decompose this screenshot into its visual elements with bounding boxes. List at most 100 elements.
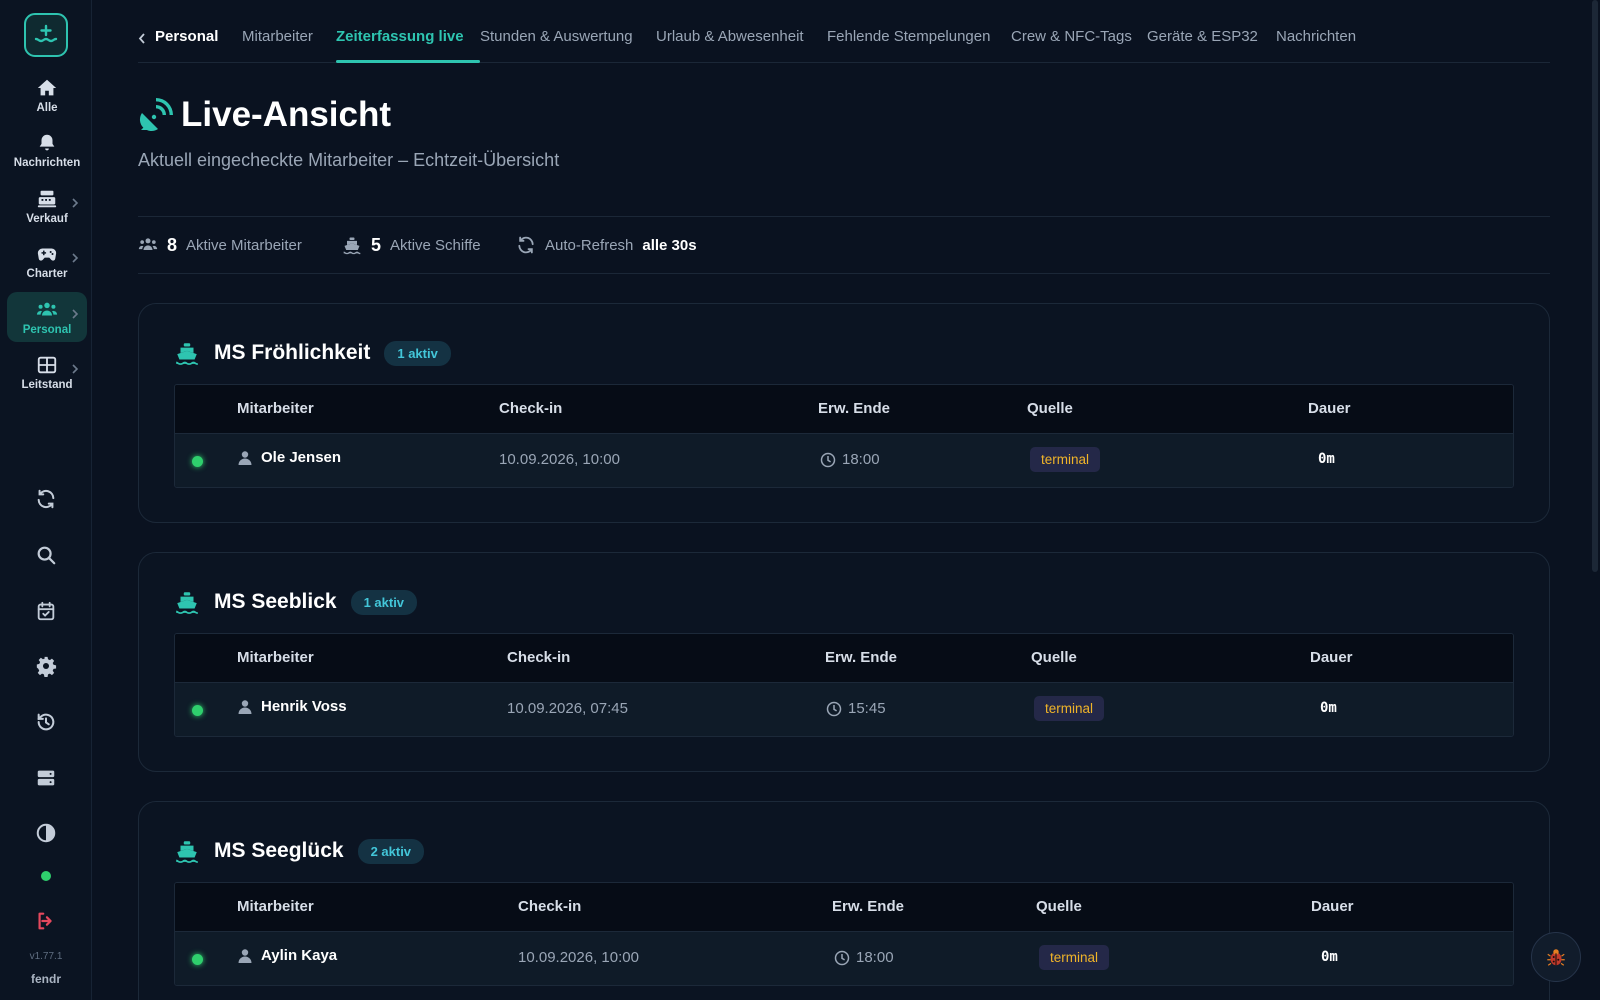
duration-cell: 0m — [1320, 700, 1337, 716]
table-row[interactable]: Henrik Voss 10.09.2026, 07:45 15:45 termina… — [175, 682, 1513, 736]
sidebar-item-nachrichten[interactable]: Nachrichten — [7, 125, 87, 175]
stat-auto-refresh: Auto-Refresh alle 30s — [516, 217, 697, 273]
history-button[interactable] — [33, 709, 59, 735]
sidebar-item-label: Charter — [26, 267, 68, 280]
grid-icon — [37, 356, 57, 373]
expected-end-cell: 15:45 — [826, 700, 886, 717]
tab-urlaub-abwesenheit[interactable]: Urlaub & Abwesenheit — [656, 28, 804, 45]
calendar-check-icon — [37, 601, 55, 621]
col-header-checkin[interactable]: Check-in — [518, 898, 581, 915]
chevron-right-icon — [72, 364, 79, 374]
sidebar-item-leitstand[interactable]: Leitstand — [7, 347, 87, 397]
stats-bar: 8 Aktive Mitarbeiter 5 Aktive Schiffe Au… — [138, 216, 1550, 274]
expected-end-time: 18:00 — [856, 949, 894, 966]
user-icon — [238, 450, 252, 465]
sidebar-item-alle[interactable]: Alle — [7, 70, 87, 120]
table-header: Mitarbeiter Check-in Erw. Ende Quelle Dauer — [175, 385, 1513, 433]
employee-name: Henrik Voss — [261, 698, 347, 715]
sidebar: Alle Nachrichten Verkauf Charter Persona… — [0, 0, 92, 1000]
tab-parent-personal[interactable]: Personal — [155, 28, 218, 45]
clock-icon — [820, 452, 836, 467]
server-button[interactable] — [33, 765, 59, 791]
expected-end-cell: 18:00 — [820, 451, 880, 468]
ship-card: MS Seeglück 2 aktiv Mitarbeiter Check-in Erw… — [138, 801, 1550, 1000]
tab-zeiterfassung-live[interactable]: Zeiterfassung live — [336, 28, 464, 45]
table-row[interactable]: Ole Jensen 10.09.2026, 10:00 18:00 terminal… — [175, 433, 1513, 487]
employee-cell: Henrik Voss — [237, 698, 347, 715]
settings-button[interactable] — [33, 653, 59, 679]
sidebar-item-charter[interactable]: Charter — [7, 236, 87, 286]
top-tab-bar: Personal Mitarbeiter Zeiterfassung live … — [138, 0, 1550, 63]
table-row[interactable]: Aylin Kaya 10.09.2026, 10:00 18:00 terminal… — [175, 931, 1513, 985]
col-header-expected-end[interactable]: Erw. Ende — [832, 898, 904, 915]
active-count-badge: 1 aktiv — [384, 340, 451, 366]
checkin-cell: 10.09.2026, 10:00 — [518, 949, 639, 966]
history-icon — [37, 713, 55, 731]
sidebar-item-label: Nachrichten — [13, 156, 81, 169]
refresh-icon — [518, 236, 534, 254]
satellite-dish-icon — [139, 98, 173, 132]
col-header-source[interactable]: Quelle — [1031, 649, 1077, 666]
tab-nachrichten[interactable]: Nachrichten — [1276, 28, 1356, 45]
ship-card-header: MS Seeblick 1 aktiv — [174, 587, 418, 617]
sidebar-item-verkauf[interactable]: Verkauf — [7, 181, 87, 231]
active-count-badge: 1 aktiv — [350, 589, 418, 615]
tab-mitarbeiter[interactable]: Mitarbeiter — [242, 28, 313, 45]
col-header-expected-end[interactable]: Erw. Ende — [818, 400, 890, 417]
col-header-duration[interactable]: Dauer — [1308, 400, 1351, 417]
sidebar-item-label: Verkauf — [26, 212, 68, 225]
logout-button[interactable] — [33, 908, 59, 934]
col-header-employee[interactable]: Mitarbeiter — [237, 400, 314, 417]
checkin-cell: 10.09.2026, 10:00 — [499, 451, 620, 468]
col-header-duration[interactable]: Dauer — [1311, 898, 1354, 915]
gamepad-icon — [37, 248, 57, 261]
checkin-table: Mitarbeiter Check-in Erw. Ende Quelle Dauer H… — [174, 633, 1514, 737]
clock-icon — [834, 950, 850, 965]
app-logo-icon[interactable] — [24, 13, 68, 57]
user-icon — [238, 948, 252, 963]
ship-card-header: MS Seeglück 2 aktiv — [174, 836, 425, 866]
theme-toggle-button[interactable] — [33, 820, 59, 846]
live-status-dot — [192, 954, 203, 965]
users-icon — [138, 238, 158, 250]
ship-name: MS Seeglück — [214, 839, 344, 862]
tab-stunden-auswertung[interactable]: Stunden & Auswertung — [480, 28, 633, 45]
stat-label: Aktive Schiffe — [390, 236, 481, 254]
ship-name: MS Fröhlichkeit — [214, 341, 371, 364]
col-header-source[interactable]: Quelle — [1027, 400, 1073, 417]
source-badge: terminal — [1030, 447, 1101, 472]
sidebar-item-personal[interactable]: Personal — [7, 292, 87, 342]
stat-value: 5 — [371, 234, 382, 255]
col-header-checkin[interactable]: Check-in — [507, 649, 570, 666]
col-header-checkin[interactable]: Check-in — [499, 400, 562, 417]
stat-label: Aktive Mitarbeiter — [186, 236, 302, 254]
chevron-left-icon[interactable] — [138, 32, 146, 45]
employee-name: Ole Jensen — [261, 449, 342, 466]
ship-card: MS Seeblick 1 aktiv Mitarbeiter Check-in Erw… — [138, 552, 1550, 772]
home-icon — [37, 79, 57, 95]
calendar-button[interactable] — [33, 598, 59, 624]
connection-status-dot — [41, 871, 51, 881]
refresh-button[interactable] — [33, 486, 59, 512]
ship-icon — [176, 592, 198, 614]
col-header-expected-end[interactable]: Erw. Ende — [825, 649, 897, 666]
tab-crew-nfc-tags[interactable]: Crew & NFC-Tags — [1011, 28, 1132, 45]
ship-icon — [343, 237, 361, 255]
tab-fehlende-stempelungen[interactable]: Fehlende Stempelungen — [827, 28, 990, 45]
duration-cell: 0m — [1318, 451, 1335, 467]
table-header: Mitarbeiter Check-in Erw. Ende Quelle Dauer — [175, 883, 1513, 931]
col-header-duration[interactable]: Dauer — [1310, 649, 1353, 666]
search-button[interactable] — [33, 542, 59, 568]
bug-report-button[interactable] — [1531, 932, 1581, 982]
col-header-employee[interactable]: Mitarbeiter — [237, 898, 314, 915]
logout-icon — [38, 912, 52, 930]
checkin-cell: 10.09.2026, 07:45 — [507, 700, 628, 717]
scrollbar[interactable] — [1592, 0, 1598, 572]
contrast-icon — [36, 823, 56, 843]
tab-geraete-esp32[interactable]: Geräte & ESP32 — [1147, 28, 1258, 45]
ship-card: MS Fröhlichkeit 1 aktiv Mitarbeiter Check-i… — [138, 303, 1550, 523]
col-header-source[interactable]: Quelle — [1036, 898, 1082, 915]
col-header-employee[interactable]: Mitarbeiter — [237, 649, 314, 666]
chevron-right-icon — [72, 253, 79, 263]
search-icon — [37, 546, 56, 565]
